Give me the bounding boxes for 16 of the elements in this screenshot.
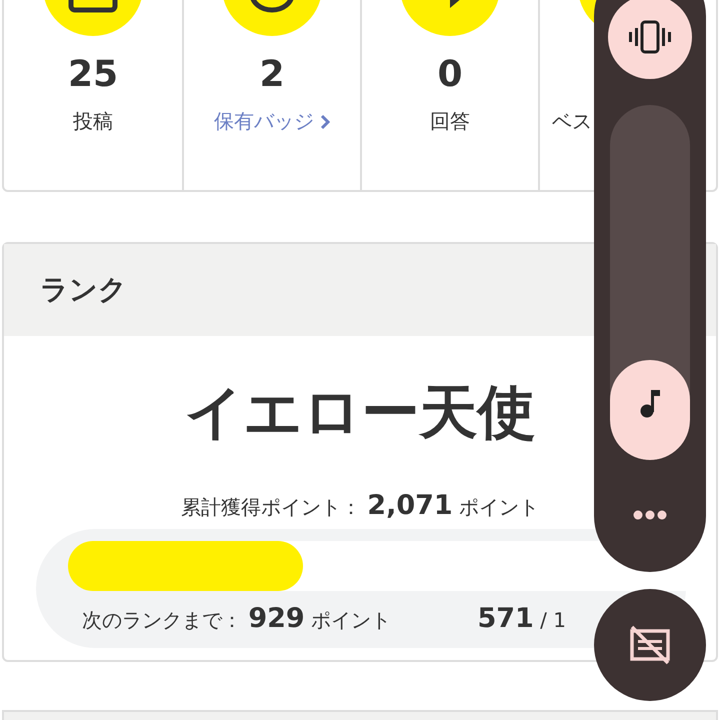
points-count: 571 / 1 (477, 603, 566, 634)
stat-label: 投稿 (73, 108, 113, 135)
card-title: ランク (40, 272, 127, 308)
stat-value: 25 (68, 54, 118, 97)
rank-title: イエロー天使 (184, 377, 536, 448)
next-rank-points: 次のランクまで： 929 ポイント (82, 603, 392, 634)
badges-link[interactable]: 保有バッジ (214, 108, 330, 135)
total-points: 累計獲得ポイント： 2,071 ポイント (180, 490, 540, 521)
stat-label: ベス (552, 108, 592, 135)
stat-label: 回答 (430, 108, 470, 135)
stat-value: 0 (437, 54, 463, 97)
stat-value: 2 (259, 54, 285, 97)
chevron-icon (320, 114, 330, 130)
music-note-icon (639, 388, 661, 418)
more-icon[interactable] (633, 510, 667, 520)
captions-off-icon (628, 625, 672, 665)
